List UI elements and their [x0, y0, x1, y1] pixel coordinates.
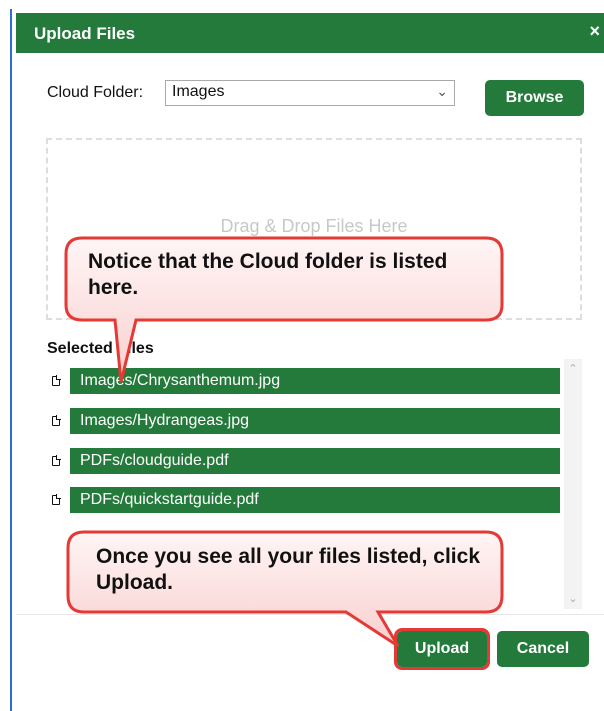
callout-overlay: [64, 236, 504, 648]
callout-folder-text: Notice that the Cloud folder is listed h…: [88, 250, 448, 299]
callout-upload-text: Once you see all your files listed, clic…: [96, 545, 480, 594]
